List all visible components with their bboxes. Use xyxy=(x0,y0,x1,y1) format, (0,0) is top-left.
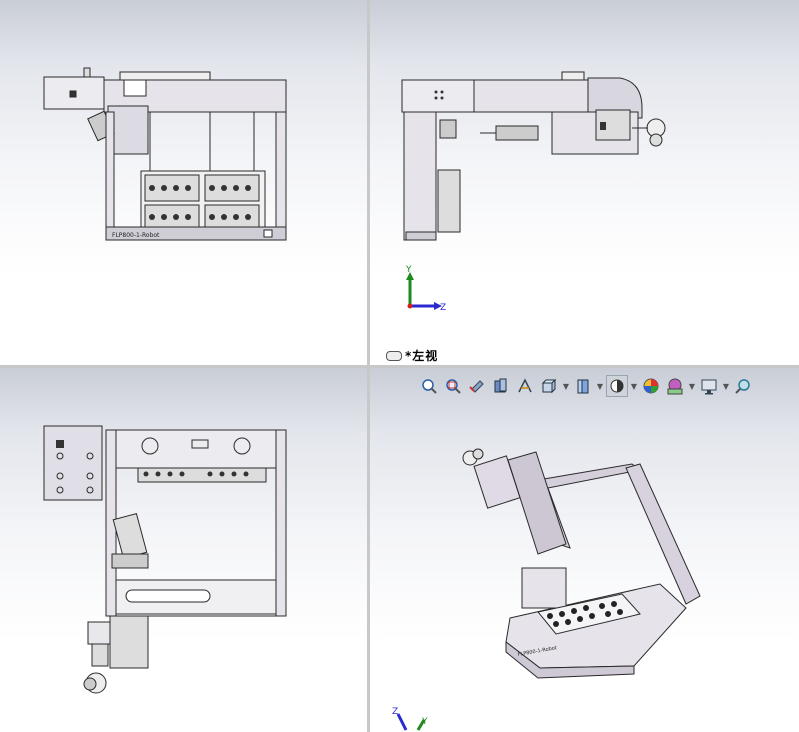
front-view-drawing: FLP800-1-Robot xyxy=(43,67,287,241)
link-views-icon[interactable] xyxy=(386,350,402,361)
triad-z-label: Z xyxy=(440,303,446,313)
view-settings-icon[interactable] xyxy=(698,375,720,397)
triad-y-label: Y xyxy=(405,265,412,275)
heads-up-view-toolbar: ▼ ▼ ▼ ▼ ▼ xyxy=(418,375,754,397)
display-style-icon[interactable] xyxy=(572,375,594,397)
zoom-to-fit-icon[interactable] xyxy=(418,375,440,397)
triad-left-view xyxy=(406,272,442,310)
left-view-drawing: Y Z xyxy=(401,71,666,313)
section-view-icon[interactable] xyxy=(490,375,512,397)
horizontal-divider[interactable] xyxy=(0,365,799,368)
isometric-viewport[interactable]: FLP800-1-Robot Z Y xyxy=(370,368,799,732)
left-viewport[interactable]: Y Z *左视 xyxy=(370,0,799,365)
isometric-view-drawing: FLP800-1-Robot Z Y xyxy=(392,448,701,731)
triad-isometric-view xyxy=(396,713,426,731)
dynamic-annotation-icon[interactable] xyxy=(514,375,536,397)
front-nameplate: FLP800-1-Robot xyxy=(112,232,160,239)
edit-appearance-icon[interactable] xyxy=(640,375,662,397)
apply-scene-icon[interactable] xyxy=(664,375,686,397)
triad-iso-z-label: Z xyxy=(392,707,398,717)
cad-graphics-area[interactable]: FLP800-1-Robot Y Z *左视 FLP800-1-Robot Z … xyxy=(0,0,799,732)
hide-show-items-dropdown[interactable]: ▼ xyxy=(630,382,638,391)
previous-view-icon[interactable] xyxy=(466,375,488,397)
rotate-view-icon[interactable] xyxy=(732,375,754,397)
triad-iso-y-label: Y xyxy=(421,717,428,727)
view-orientation-icon[interactable] xyxy=(538,375,560,397)
front-viewport[interactable]: FLP800-1-Robot xyxy=(0,0,367,365)
display-style-dropdown[interactable]: ▼ xyxy=(596,382,604,391)
top-viewport[interactable] xyxy=(0,368,367,732)
zoom-to-area-icon[interactable] xyxy=(442,375,464,397)
top-view-drawing xyxy=(43,425,287,694)
view-settings-dropdown[interactable]: ▼ xyxy=(722,382,730,391)
hide-show-items-icon[interactable] xyxy=(606,375,628,397)
view-name-label: *左视 xyxy=(386,347,438,364)
view-orientation-dropdown[interactable]: ▼ xyxy=(562,382,570,391)
apply-scene-dropdown[interactable]: ▼ xyxy=(688,382,696,391)
